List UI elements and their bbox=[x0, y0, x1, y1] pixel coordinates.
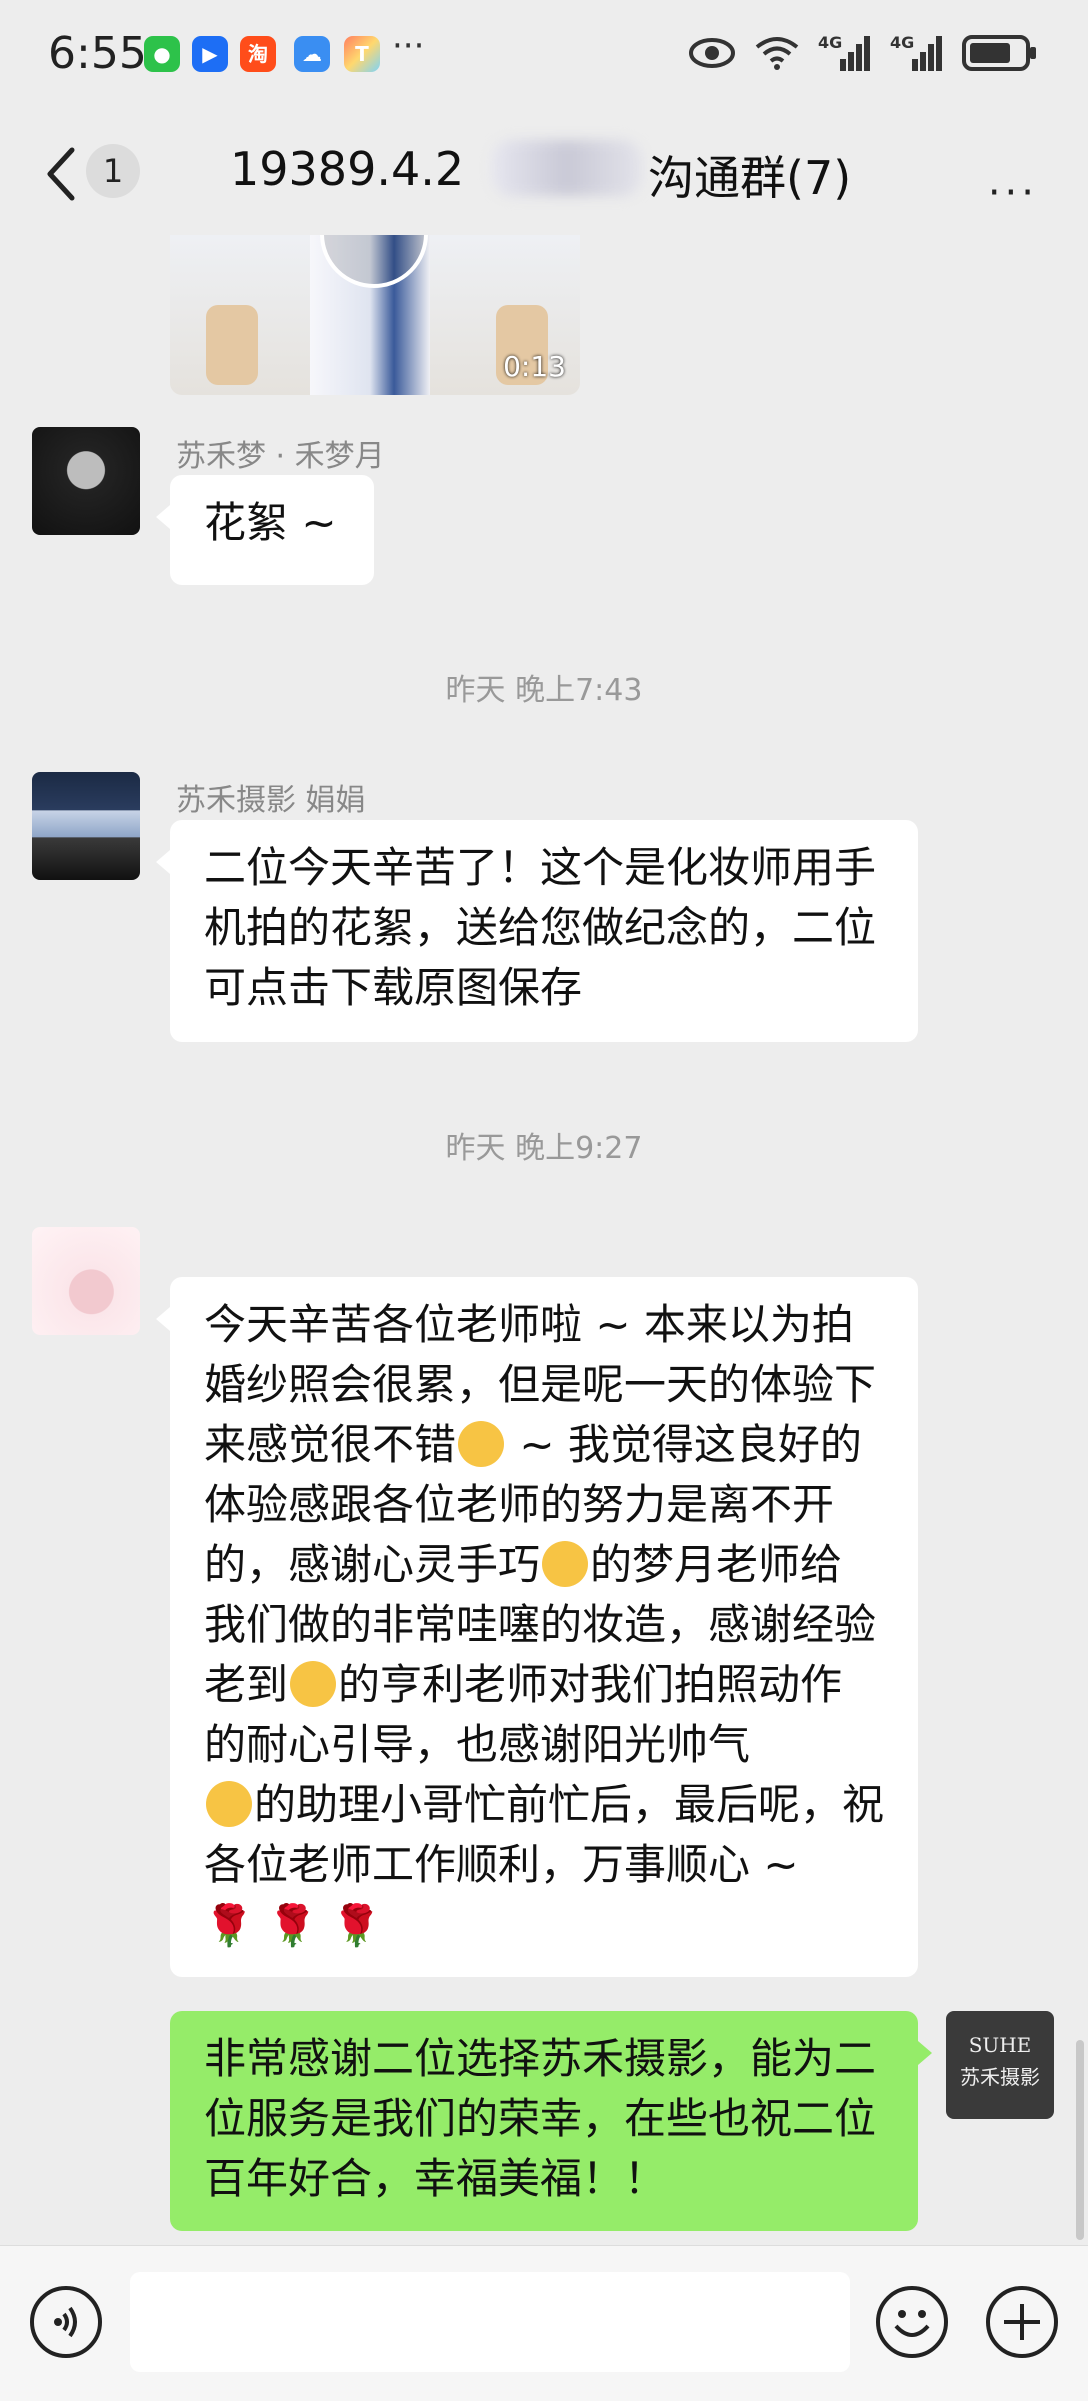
video-message[interactable]: 0:13 bbox=[170, 235, 580, 395]
rose-icon: 🌹 bbox=[331, 1903, 382, 1949]
chat-title-suffix: 沟通群(7) bbox=[648, 151, 852, 205]
sender-name: 苏禾摄影 娟娟 bbox=[176, 783, 366, 818]
logo-text-line2: 苏禾摄影 bbox=[960, 2065, 1040, 2089]
smiley-icon bbox=[894, 2310, 930, 2337]
signal-2-icon: 4G bbox=[890, 33, 944, 73]
status-time: 6:55 bbox=[48, 28, 147, 79]
eye-icon bbox=[689, 38, 735, 68]
avatar[interactable] bbox=[32, 427, 140, 535]
app-store-icon: T bbox=[344, 36, 380, 72]
my-message-bubble[interactable]: 非常感谢二位选择苏禾摄影，能为二位服务是我们的荣幸，在些也祝二位百年好合，幸福美… bbox=[170, 2011, 932, 2231]
video-duration: 0:13 bbox=[503, 350, 566, 383]
plus-icon bbox=[1004, 2304, 1040, 2340]
signal-1-icon: 4G bbox=[818, 33, 872, 73]
more-notifications-icon: ··· bbox=[392, 26, 425, 66]
message-bubble[interactable]: 二位今天辛苦了！这个是化妆师用手机拍的花絮，送给您做纪念的，二位可点击下载原图保… bbox=[156, 820, 918, 1042]
battery-icon bbox=[962, 35, 1036, 71]
unread-count-badge[interactable]: 1 bbox=[86, 144, 140, 198]
wechat-icon: ● bbox=[144, 36, 180, 72]
voice-input-button[interactable] bbox=[30, 2286, 102, 2358]
avatar[interactable] bbox=[32, 772, 140, 880]
message-bubble[interactable]: 花絮 ~ bbox=[156, 475, 374, 585]
timestamp: 昨天 晚上9:27 bbox=[445, 1131, 643, 1166]
sender-name: 苏禾梦 · 禾梦月 bbox=[176, 439, 385, 474]
timestamp: 昨天 晚上7:43 bbox=[445, 673, 643, 708]
avatar[interactable] bbox=[32, 1227, 140, 1335]
blurred-title-part bbox=[492, 140, 642, 196]
status-right: 4G 4G bbox=[688, 28, 1038, 78]
message-text-part: 的助理小哥忙前忙后，最后呢，祝各位老师工作顺利，万事顺心 ~ bbox=[204, 1780, 885, 1889]
message-list[interactable]: 0:13 苏禾梦 · 禾梦月 花絮 ~ 昨天 晚上7:43 苏禾摄影 娟娟 二位… bbox=[0, 235, 1088, 2245]
logo-text-line1: SUHE bbox=[968, 2033, 1032, 2057]
message-input[interactable] bbox=[130, 2272, 850, 2372]
smirk-emoji-icon bbox=[290, 1661, 337, 1707]
emoji-button[interactable] bbox=[876, 2286, 948, 2358]
message-text: 二位今天辛苦了！这个是化妆师用手机拍的花絮，送给您做纪念的，二位可点击下载原图保… bbox=[204, 843, 877, 1012]
message-text: 花絮 ~ bbox=[204, 498, 337, 547]
rose-icon: 🌹 bbox=[267, 1903, 318, 1949]
taobao-icon: 淘 bbox=[240, 36, 276, 72]
weather-icon: ☁ bbox=[294, 36, 330, 72]
hug-emoji-icon bbox=[542, 1541, 589, 1587]
add-attachment-button[interactable] bbox=[986, 2286, 1058, 2358]
input-bar bbox=[0, 2245, 1088, 2401]
chat-title-prefix: 19389.4.2 bbox=[230, 142, 465, 196]
wifi-icon bbox=[755, 37, 799, 70]
message-bubble[interactable]: 今天辛苦各位老师啦 ~ 本来以为拍婚纱照会很累，但是呢一天的体验下来感觉很不错 … bbox=[156, 1277, 918, 1977]
smile-emoji-icon bbox=[458, 1421, 505, 1467]
scrollbar[interactable] bbox=[1076, 2040, 1084, 2240]
status-bar: 6:55 ● ▶ 淘 ☁ T ··· 4G 4G bbox=[0, 0, 1088, 110]
voice-icon bbox=[54, 2306, 77, 2338]
thinking-emoji-icon bbox=[206, 1781, 252, 1827]
video-jar bbox=[206, 305, 258, 385]
more-options-button[interactable]: ··· bbox=[988, 170, 1038, 216]
my-avatar[interactable]: SUHE 苏禾摄影 bbox=[946, 2011, 1054, 2119]
nav-app-icon: ▶ bbox=[192, 36, 228, 72]
back-arrow-icon[interactable] bbox=[38, 144, 88, 204]
message-text: 非常感谢二位选择苏禾摄影，能为二位服务是我们的荣幸，在些也祝二位百年好合，幸福美… bbox=[204, 2034, 877, 2203]
rose-icon: 🌹 bbox=[204, 1903, 254, 1949]
